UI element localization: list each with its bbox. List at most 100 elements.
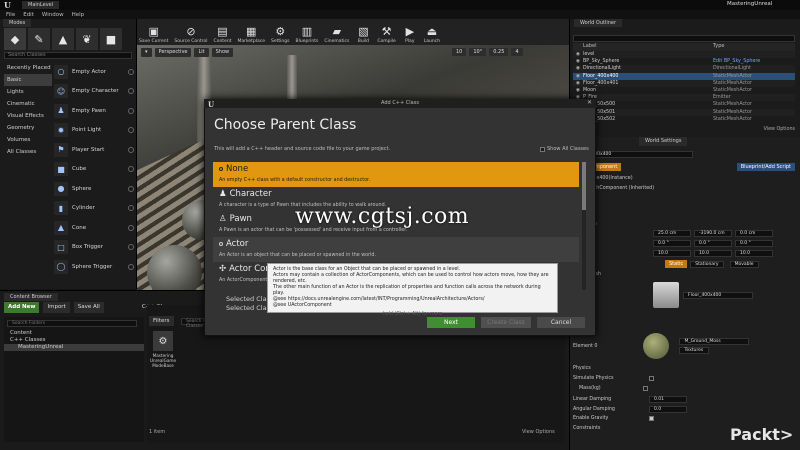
edit-blueprint-link[interactable]: Edit BP_Sky_Sphere <box>713 58 760 65</box>
create-class-button[interactable]: Create Class <box>481 317 531 328</box>
location-x[interactable]: 25.0 cm <box>653 230 691 237</box>
save-all-button[interactable]: Save All <box>73 302 104 313</box>
table-row[interactable]: ◉ Floor_400x400 StaticMeshActor <box>573 72 795 80</box>
eye-icon[interactable]: ◉ <box>573 58 583 65</box>
save-current-button[interactable]: ▣ Save Current <box>139 24 168 45</box>
class-item-sphere[interactable]: ● Sphere <box>54 179 134 199</box>
transform-header[interactable]: Transform <box>573 222 795 227</box>
class-item-empty-character[interactable]: ☺ Empty Character <box>54 82 134 102</box>
component-row[interactable]: StaticMeshComponent (Inherited) <box>573 186 795 191</box>
eye-icon[interactable]: ◉ <box>573 80 583 87</box>
show-all-classes-toggle[interactable]: Show All Classes <box>540 146 589 152</box>
view-options-button[interactable]: View Options <box>522 429 555 435</box>
eye-icon[interactable]: ◉ <box>573 65 583 72</box>
material-thumbnail[interactable] <box>643 333 670 359</box>
show-button[interactable]: Show <box>211 48 234 57</box>
class-item-cone[interactable]: ▲ Cone <box>54 218 134 238</box>
static-mesh-header[interactable]: Static Mesh <box>573 272 795 277</box>
tree-item-cpp-classes[interactable]: C++ Classes <box>4 337 144 344</box>
mobility-movable[interactable]: Movable <box>729 260 759 268</box>
mobility-stationary[interactable]: Stationary <box>690 260 724 268</box>
tree-item-mastering-unreal[interactable]: MasteringUnreal <box>4 344 144 351</box>
build-button[interactable]: ▧ Build <box>355 24 371 45</box>
blueprints-button[interactable]: ▥ Blueprints <box>296 24 319 45</box>
category-volumes[interactable]: Volumes <box>4 134 52 146</box>
category-visual-effects[interactable]: Visual Effects <box>4 110 52 122</box>
class-item-point-light[interactable]: ✹ Point Light <box>54 121 134 141</box>
textures-button[interactable]: Textures <box>679 347 710 354</box>
materials-header[interactable]: Materials <box>573 320 795 325</box>
class-item-cylinder[interactable]: ▮ Cylinder <box>54 199 134 219</box>
scale-snap[interactable]: 0.25 <box>489 48 509 56</box>
material-field[interactable]: M_Ground_Moss <box>679 338 750 345</box>
mass-checkbox[interactable] <box>643 386 648 391</box>
class-item-box-trigger[interactable]: □ Box Trigger <box>54 238 134 258</box>
category-recently-placed[interactable]: Recently Placed <box>4 62 52 74</box>
table-row[interactable]: ◉ P_Fire Emitter <box>573 94 795 102</box>
label-column[interactable]: Label <box>583 43 713 51</box>
type-column[interactable]: Type <box>713 43 724 51</box>
asset-item-label[interactable]: Mastering UnrealGame ModeBase <box>147 353 179 368</box>
tree-item-content[interactable]: Content <box>4 330 144 337</box>
menu-edit[interactable]: Edit <box>23 12 34 18</box>
marketplace-button[interactable]: ▦ Marketplace <box>237 24 265 45</box>
scale-z[interactable]: 10.0 <box>735 250 773 257</box>
blueprint-add-script-button[interactable]: Blueprint/Add Script <box>736 163 795 171</box>
table-row[interactable]: ◉ BP_Sky_Sphere Edit BP_Sky_Sphere <box>573 58 795 65</box>
eye-icon[interactable]: ◉ <box>573 51 583 58</box>
simulate-physics-checkbox[interactable] <box>649 376 654 381</box>
view-options-button[interactable]: View Options <box>764 127 795 134</box>
category-lights[interactable]: Lights <box>4 86 52 98</box>
mesh-thumbnail[interactable] <box>653 282 679 308</box>
close-icon[interactable]: ✕ <box>587 99 592 106</box>
content-button[interactable]: ▤ Content <box>214 24 232 45</box>
table-row[interactable]: ◉ Moon StaticMeshActor <box>573 87 795 94</box>
camera-speed[interactable]: 4 <box>511 48 523 56</box>
foliage-mode-icon[interactable]: ❦ <box>76 28 98 50</box>
next-button[interactable]: Next <box>427 317 475 328</box>
filters-button[interactable]: Filters <box>149 316 174 326</box>
search-folders-input[interactable]: Search Folders <box>7 320 137 327</box>
menu-file[interactable]: File <box>6 12 15 18</box>
perspective-button[interactable]: Perspective <box>154 48 192 57</box>
physics-header[interactable]: Physics <box>573 366 795 371</box>
class-item-player-start[interactable]: ⚑ Player Start <box>54 140 134 160</box>
cpp-class-icon[interactable]: ⚙ <box>153 331 173 351</box>
class-option-actor[interactable]: Actor An Actor is an object that can be … <box>213 237 579 262</box>
table-row[interactable]: ◉Pillar_50x502StaticMeshActor <box>573 116 795 123</box>
category-geometry[interactable]: Geometry <box>4 122 52 134</box>
scale-x[interactable]: 10.0 <box>653 250 691 257</box>
table-row[interactable]: ◉ level <box>573 51 795 59</box>
cancel-button[interactable]: Cancel <box>537 317 585 328</box>
geometry-mode-icon[interactable]: ■ <box>100 28 122 50</box>
cinematics-button[interactable]: ▰ Cinematics <box>324 24 349 45</box>
menu-window[interactable]: Window <box>42 12 64 18</box>
instance-row[interactable]: Floor_400x400(Instance) <box>573 176 795 181</box>
category-basic[interactable]: Basic <box>4 74 52 86</box>
compile-button[interactable]: ⚒ Compile <box>377 24 395 45</box>
angular-damping-field[interactable]: 0.0 <box>649 406 687 413</box>
eye-icon[interactable]: ◉ <box>573 73 583 80</box>
lit-button[interactable]: Lit <box>194 48 209 57</box>
category-all-classes[interactable]: All Classes <box>4 146 52 158</box>
grid-snap[interactable]: 10 <box>452 48 467 56</box>
world-settings-tab[interactable]: World Settings <box>639 137 688 146</box>
table-row[interactable]: ◉ Floor_400x401 StaticMeshActor <box>573 79 795 87</box>
landscape-mode-icon[interactable]: ▲ <box>52 28 74 50</box>
level-tab[interactable]: MainLevel <box>22 1 60 9</box>
scrollbar-thumb[interactable] <box>582 162 586 210</box>
source-control-button[interactable]: ⊘ Source Control <box>174 24 207 45</box>
add-new-button[interactable]: Add New <box>4 302 40 313</box>
category-cinematic[interactable]: Cinematic <box>4 98 52 110</box>
linear-damping-field[interactable]: 0.01 <box>649 396 687 403</box>
rotation-x[interactable]: 0.0 ° <box>653 240 691 247</box>
rotation-snap[interactable]: 10° <box>469 48 487 56</box>
paint-mode-icon[interactable]: ✎ <box>28 28 50 50</box>
modes-tab[interactable]: Modes <box>3 19 32 27</box>
world-outliner-tab[interactable]: World Outliner <box>574 19 623 27</box>
viewport-menu-icon[interactable]: ▾ <box>141 48 152 57</box>
table-row[interactable]: ◉Pillar_50x501StaticMeshActor <box>573 108 795 116</box>
outliner-search-input[interactable] <box>573 35 795 42</box>
search-classes-input[interactable]: Search Classes <box>4 52 132 59</box>
table-row[interactable]: ◉ DirectionalLight DirectionalLight <box>573 65 795 73</box>
